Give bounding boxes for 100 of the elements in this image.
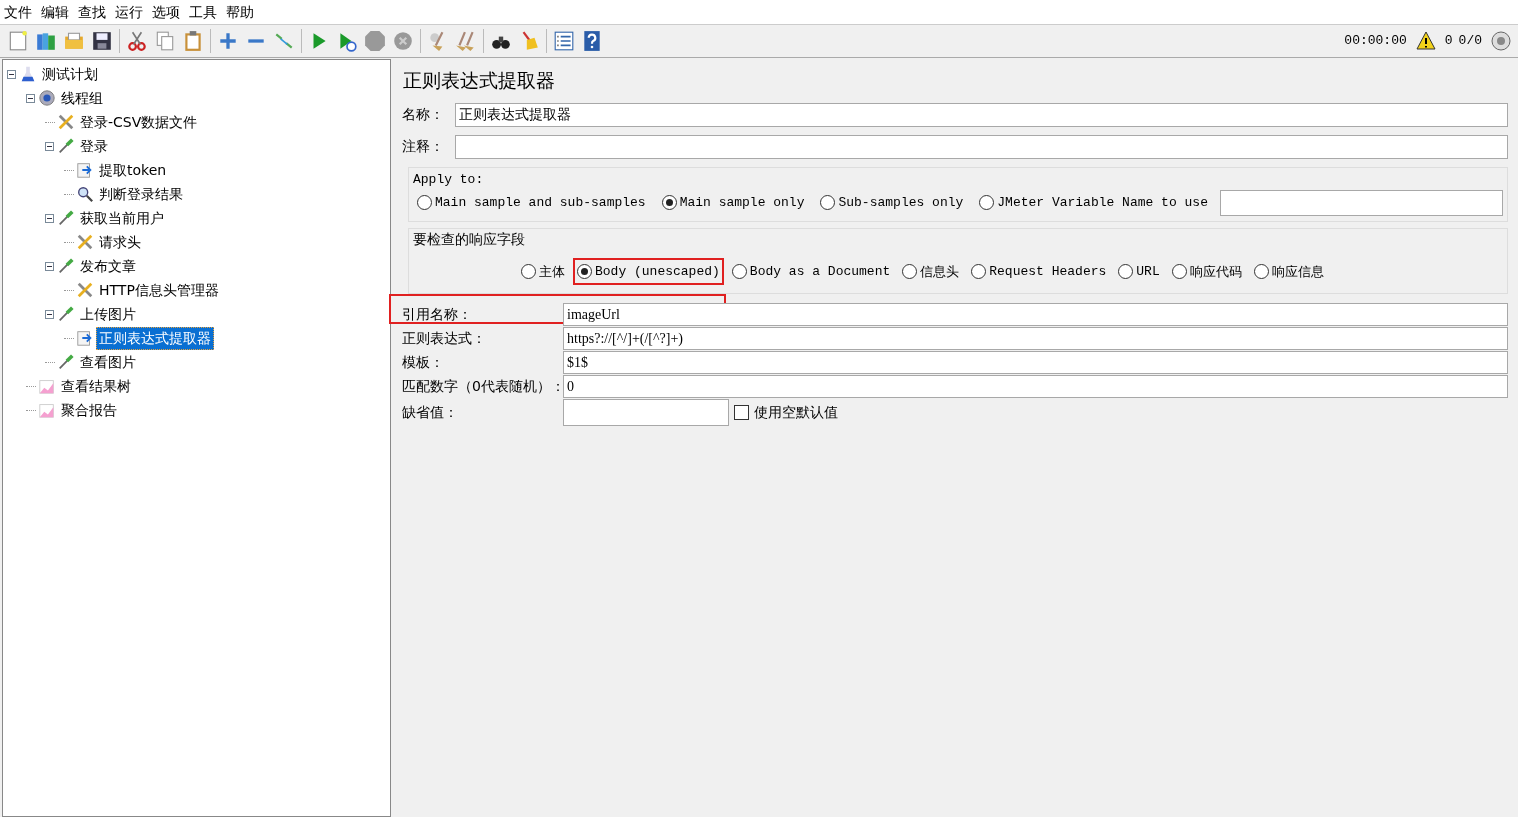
collapse-toggle[interactable]	[45, 141, 54, 151]
folder-icon[interactable]	[63, 30, 85, 52]
remote-status-icon	[1491, 31, 1511, 51]
wrench-screwdriver-icon	[76, 281, 94, 299]
menu-item[interactable]: 编辑	[41, 1, 69, 23]
help-book-icon[interactable]	[581, 30, 603, 52]
tree-item[interactable]: 正则表达式提取器	[96, 326, 214, 350]
pipette-icon	[57, 305, 75, 323]
radio-option[interactable]: Main sample only	[657, 189, 809, 217]
radio-dot[interactable]	[521, 263, 536, 279]
pipette-icon	[57, 209, 75, 227]
radio-option[interactable]: JMeter Variable Name to use	[975, 189, 1212, 217]
list-icon[interactable]	[553, 30, 575, 52]
field-label: 正则表达式：	[401, 328, 487, 348]
radio-option[interactable]: Request Headers	[967, 257, 1111, 285]
group-title: 要检查的响应字段	[413, 229, 525, 249]
menu-item[interactable]: 帮助	[226, 1, 254, 23]
panel-title: 正则表达式提取器	[403, 68, 556, 93]
pipette-icon	[57, 353, 75, 371]
radio-dot[interactable]	[902, 263, 918, 279]
checkbox[interactable]	[734, 404, 749, 420]
flask-icon	[19, 65, 37, 83]
text-field[interactable]: 0	[563, 374, 1508, 398]
comment-field[interactable]	[455, 134, 1508, 159]
checkbox-label: 使用空默认值	[754, 402, 838, 422]
gear-icon	[38, 89, 56, 107]
field-label: 名称：	[402, 105, 445, 124]
tree-item[interactable]: 线程组	[58, 86, 106, 110]
name-field[interactable]: 正则表达式提取器	[455, 102, 1508, 127]
pipette-icon	[57, 257, 75, 275]
tree-item[interactable]: 测试计划	[39, 62, 101, 86]
radio-option[interactable]: Body (unescaped)	[573, 257, 724, 285]
text-field[interactable]	[563, 398, 729, 426]
pipette-icon	[57, 137, 75, 155]
tree-item[interactable]: 获取当前用户	[77, 206, 167, 230]
radio-dot[interactable]	[577, 263, 592, 279]
field-label: 模板：	[401, 352, 445, 372]
tree-item[interactable]: 查看结果树	[58, 374, 134, 398]
collapse-toggle[interactable]	[26, 93, 35, 103]
text-field[interactable]: https?://[^/]+(/[^?]+)	[563, 326, 1508, 350]
radio-option[interactable]: Sub-samples only	[816, 189, 968, 217]
text-field[interactable]: imageUrl	[563, 302, 1508, 326]
tree-item[interactable]: 请求头	[96, 230, 144, 254]
warning-icon	[1415, 31, 1436, 51]
plus-icon[interactable]	[217, 30, 239, 52]
tree-item[interactable]: 查看图片	[77, 350, 139, 374]
radio-dot[interactable]	[1118, 263, 1134, 279]
radio-option[interactable]: Body as a Document	[727, 257, 895, 285]
copy-icon[interactable]	[154, 30, 176, 52]
radio-option[interactable]: 主体	[517, 257, 569, 285]
magnifier-icon	[76, 185, 94, 203]
tree-item[interactable]: 判断登录结果	[96, 182, 186, 206]
menu-item[interactable]: 查找	[78, 1, 106, 23]
variable-name-field[interactable]	[1219, 189, 1503, 216]
radio-dot[interactable]	[1253, 263, 1269, 279]
radio-option[interactable]: 信息头	[898, 257, 964, 285]
radio-option[interactable]: Main sample and sub-samples	[413, 189, 650, 217]
tree-item[interactable]: HTTP信息头管理器	[96, 278, 222, 302]
radio-option[interactable]: 响应信息	[1249, 257, 1328, 285]
text-field[interactable]: $1$	[563, 350, 1508, 374]
tree-item[interactable]: 提取token	[96, 158, 170, 182]
collapse-toggle[interactable]	[7, 69, 16, 79]
tree-item[interactable]: 聚合报告	[58, 398, 120, 422]
scissors-icon[interactable]	[126, 30, 148, 52]
collapse-toggle[interactable]	[45, 213, 54, 223]
radio-dot[interactable]	[661, 195, 677, 211]
radio-option[interactable]: 响应代码	[1167, 257, 1246, 285]
radio-dot[interactable]	[417, 195, 432, 211]
warning-count: 0	[1444, 32, 1453, 51]
field-label: 匹配数字（0代表随机）：	[401, 376, 563, 396]
menu-item[interactable]: 运行	[115, 1, 143, 23]
document-arrow-icon	[76, 161, 94, 179]
menu-item[interactable]: 选项	[152, 1, 180, 23]
chart-icon	[38, 377, 56, 395]
thread-count: 0/0	[1458, 32, 1482, 51]
menu-item[interactable]: 文件	[4, 1, 32, 23]
tree-item[interactable]: 发布文章	[77, 254, 139, 278]
radio-dot[interactable]	[971, 263, 987, 279]
field-label: 缺省值：	[401, 402, 459, 422]
tree-item[interactable]: 上传图片	[77, 302, 139, 326]
collapse-toggle[interactable]	[45, 261, 54, 271]
elapsed-time: 00:00:00	[1344, 32, 1407, 51]
radio-dot[interactable]	[1171, 263, 1187, 279]
new-file-icon[interactable]	[7, 30, 29, 52]
books-icon[interactable]	[35, 30, 57, 52]
radio-dot[interactable]	[731, 263, 747, 279]
radio-dot[interactable]	[820, 195, 836, 211]
menu-item[interactable]: 工具	[189, 1, 217, 23]
tree-item[interactable]: 登录-CSV数据文件	[77, 110, 201, 134]
field-label: 注释：	[402, 137, 445, 156]
group-title: Apply to:	[413, 170, 484, 189]
save-icon[interactable]	[91, 30, 113, 52]
collapse-toggle[interactable]	[45, 309, 54, 319]
wrench-screwdriver-icon	[57, 113, 75, 131]
tree-item[interactable]: 登录	[77, 134, 111, 158]
chart-icon	[38, 401, 56, 419]
wrench-screwdriver-icon	[76, 233, 94, 251]
clipboard-icon[interactable]	[182, 30, 204, 52]
radio-dot[interactable]	[979, 195, 995, 211]
radio-option[interactable]: URL	[1114, 257, 1164, 285]
